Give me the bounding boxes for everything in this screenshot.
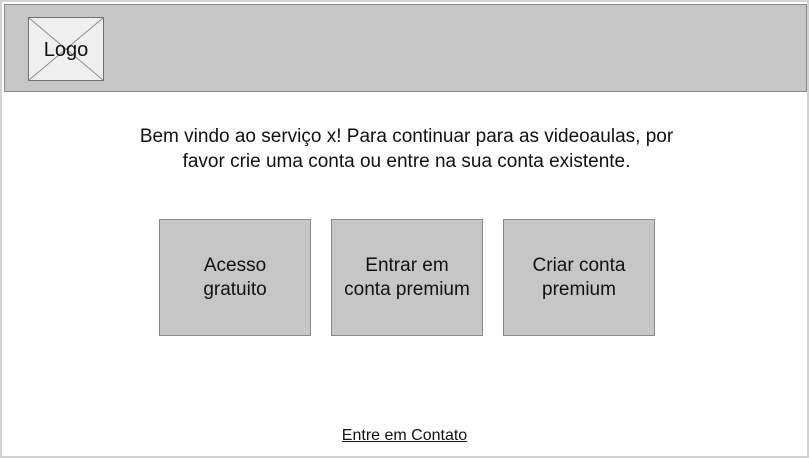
page-frame: Logo Bem vindo ao serviço x! Para contin…	[0, 0, 809, 458]
welcome-line-2: favor crie uma conta ou entre na sua con…	[182, 151, 631, 172]
contact-link[interactable]: Entre em Contato	[342, 427, 467, 444]
logo-label: Logo	[43, 39, 89, 61]
footer: Entre em Contato	[2, 426, 807, 446]
create-premium-account-label: Criar conta premium	[532, 254, 626, 300]
free-access-button[interactable]: Acesso gratuito	[159, 219, 311, 336]
free-access-label: Acesso gratuito	[203, 254, 267, 300]
welcome-message: Bem vindo ao serviço x! Para continuar p…	[62, 124, 751, 174]
premium-login-label: Entrar em conta premium	[344, 254, 470, 300]
welcome-line-1: Bem vindo ao serviço x! Para continuar p…	[139, 126, 674, 147]
create-premium-account-button[interactable]: Criar conta premium	[503, 219, 655, 336]
logo-placeholder[interactable]: Logo	[28, 17, 104, 81]
premium-login-button[interactable]: Entrar em conta premium	[331, 219, 483, 336]
header-bar: Logo	[4, 4, 807, 92]
